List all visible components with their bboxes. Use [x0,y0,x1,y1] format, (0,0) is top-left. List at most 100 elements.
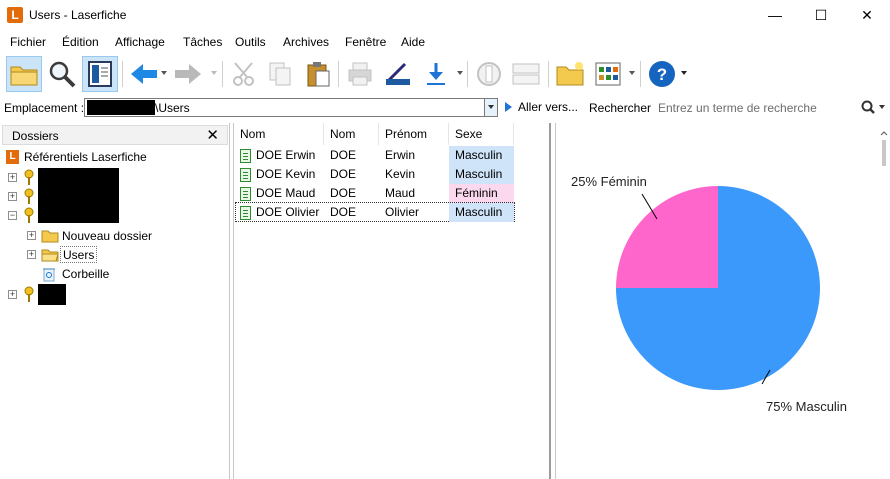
document-view-button[interactable] [471,56,507,92]
title-bar: L Users - Laserfiche — ☐ ✕ [0,0,890,31]
svg-text:?: ? [657,65,667,84]
collapse-icon[interactable]: − [8,211,17,220]
expand-icon[interactable]: + [8,173,17,182]
repository-key-icon [24,169,34,185]
scanner-icon [386,62,410,85]
column-header-prenom[interactable]: Prénom [379,123,449,145]
expand-icon[interactable]: + [27,231,36,240]
scissors-icon [233,62,254,86]
folders-toggle-button[interactable] [6,56,42,92]
table-cell-last-name: DOE [330,205,357,219]
column-header-nom-2[interactable]: Nom [324,123,379,145]
table-cell-last-name: DOE [330,148,357,162]
folder-icon [10,66,38,86]
folders-pane-header: Dossiers ✕ [2,125,228,145]
redacted-repository-names [38,168,119,223]
location-field[interactable]: \Users [84,98,498,117]
menu-bar: Fichier Édition Affichage Tâches Outils … [0,31,890,53]
forward-button[interactable] [170,56,206,92]
table-cell-sexe: Masculin [449,165,514,184]
import-dropdown-icon[interactable] [457,71,463,75]
help-button[interactable]: ? [644,56,680,92]
menu-taches[interactable]: Tâches [183,35,222,49]
open-folder-icon [41,249,59,262]
table-cell-first-name: Olivier [385,205,420,219]
scroll-up-icon [880,131,888,166]
properties-button[interactable] [508,56,544,92]
minimize-button[interactable]: — [752,0,798,31]
redacted-repository-name [87,100,155,115]
chart-pane: 75% Masculin 25% Féminin [555,123,890,479]
copy-button[interactable] [262,56,298,92]
menu-aide[interactable]: Aide [401,35,425,49]
import-button[interactable] [418,56,454,92]
view-mode-dropdown-icon[interactable] [629,71,635,75]
toolbar: ? [0,53,890,95]
help-dropdown-icon[interactable] [681,71,687,75]
back-button[interactable] [126,56,162,92]
column-header-nom[interactable]: Nom [234,123,324,145]
column-header-sexe[interactable]: Sexe [449,123,514,145]
grid-view-icon [595,62,621,86]
paste-button[interactable] [300,56,336,92]
entries-list-pane: Nom Nom Prénom Sexe DOE Erwin DOE Erwin … [233,123,551,479]
print-button[interactable] [342,56,378,92]
table-cell-first-name: Erwin [385,148,416,162]
repository-key-icon [24,286,34,302]
expand-icon[interactable]: + [8,192,17,201]
printer-icon [348,62,372,86]
menu-edition[interactable]: Édition [62,35,99,49]
document-circle-icon [477,62,501,86]
tree-item-label: Nouveau dossier [62,229,153,243]
maximize-button[interactable]: ☐ [798,0,844,31]
tree-item-users[interactable]: + Users [26,246,226,264]
view-mode-button[interactable] [590,56,626,92]
go-to-button[interactable]: Aller vers... [505,100,578,114]
scrollbar[interactable] [878,128,890,168]
pie-label-féminin: 25% Féminin [571,174,647,189]
back-dropdown-icon[interactable] [161,71,167,75]
search-input[interactable] [654,98,854,117]
expand-icon[interactable]: + [8,290,17,299]
scan-button[interactable] [380,56,416,92]
laserfiche-repository-icon: L [6,150,19,164]
table-cell-name[interactable]: DOE Erwin [250,146,324,165]
new-folder-icon [556,62,584,86]
search-pane-button[interactable] [44,56,80,92]
search-button[interactable] [858,98,888,117]
new-folder-button[interactable] [552,56,588,92]
copy-icon [269,62,291,86]
menu-fichier[interactable]: Fichier [10,35,46,49]
menu-archives[interactable]: Archives [283,35,329,49]
table-cell-name[interactable]: DOE Olivier [250,203,324,222]
toolbar-separator [338,61,339,87]
folders-pane-close-icon[interactable]: ✕ [206,126,219,144]
menu-affichage[interactable]: Affichage [115,35,165,49]
download-icon [427,63,445,85]
folder-icon [41,230,59,243]
table-cell-name[interactable]: DOE Maud [250,184,324,203]
metadata-pane-button[interactable] [82,56,118,92]
forward-arrow-icon [175,64,201,84]
clipboard-icon [307,62,330,87]
forward-dropdown-icon[interactable] [211,71,217,75]
pie-slice-féminin [616,186,718,288]
table-cell-name[interactable]: DOE Kevin [250,165,324,184]
back-arrow-icon [131,64,157,84]
tree-item-corbeille[interactable]: Corbeille [26,265,226,283]
location-dropdown-icon[interactable] [484,99,497,116]
close-button[interactable]: ✕ [844,0,890,31]
tree-item-nouveau-dossier[interactable]: + Nouveau dossier [26,227,226,245]
pie-label-masculin: 75% Masculin [766,399,847,414]
redacted-repository-name [38,284,66,305]
table-cell-first-name: Kevin [385,167,416,181]
go-arrow-icon [505,102,512,112]
cut-button[interactable] [226,56,262,92]
toolbar-separator [640,61,641,87]
toolbar-separator [548,61,549,87]
menu-fenetre[interactable]: Fenêtre [345,35,386,49]
expand-icon[interactable]: + [27,250,36,259]
location-value: \Users [155,101,190,115]
menu-outils[interactable]: Outils [235,35,266,49]
table-cell-sexe: Féminin [449,184,514,203]
